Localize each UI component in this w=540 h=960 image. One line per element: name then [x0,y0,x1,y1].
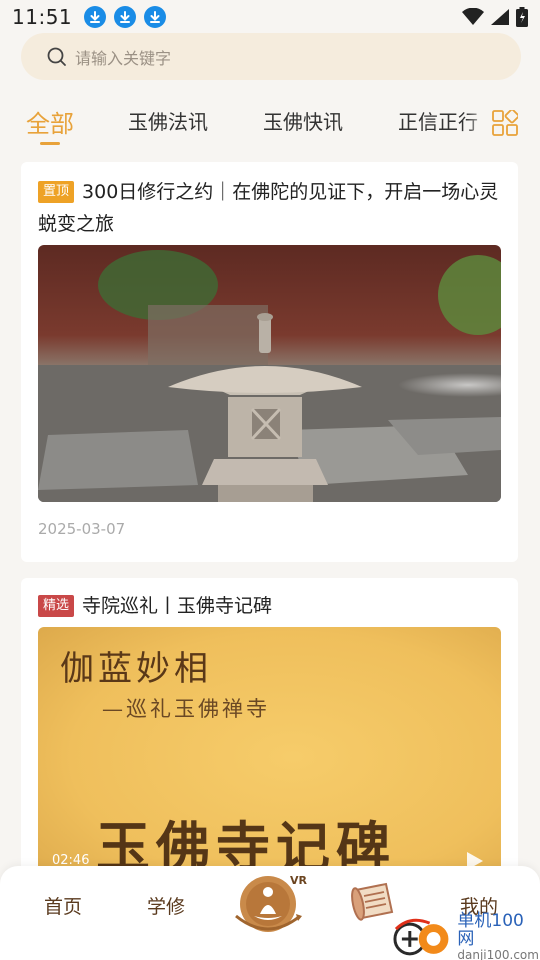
article-video-thumbnail[interactable]: 伽蓝妙相 —巡礼玉佛禅寺 玉佛寺记碑 02:46 [38,627,501,878]
category-tabs: 全部 玉佛法讯 玉佛快讯 正信正行 [0,100,540,150]
tab-yufo-faxun[interactable]: 玉佛法讯 [128,106,208,135]
watermark-name: 单机100网 [457,911,524,949]
tab-all[interactable]: 全部 [26,104,74,139]
tab-yufo-kuaixun[interactable]: 玉佛快讯 [263,106,343,135]
battery-icon [516,7,528,27]
wifi-icon [462,8,484,25]
active-tab-indicator [40,142,60,145]
featured-badge: 精选 [38,595,75,617]
nav-study[interactable]: 学修 [147,892,185,919]
download-notifications [84,6,167,28]
article-card[interactable]: 置顶 300日修行之约｜在佛陀的见证下，开启一场心灵蜕变之旅 2025-03-0… [21,162,518,562]
download-icon [114,6,137,28]
nav-vr-button[interactable]: VR [230,870,310,940]
category-grid-button[interactable] [488,106,522,140]
article-title-block: 置顶 300日修行之约｜在佛陀的见证下，开启一场心灵蜕变之旅 [38,176,501,240]
nav-home[interactable]: 首页 [44,892,82,919]
article-title: 300日修行之约｜在佛陀的见证下，开启一场心灵蜕变之旅 [38,181,499,235]
vr-label: VR [290,874,307,887]
download-icon [84,6,107,28]
article-image[interactable] [38,245,501,502]
status-bar: 11:51 [0,0,540,34]
status-indicators [462,7,528,27]
article-title-block: 精选 寺院巡礼丨玉佛寺记碑 [38,590,501,622]
signal-icon [491,9,509,25]
article-card[interactable]: 精选 寺院巡礼丨玉佛寺记碑 伽蓝妙相 —巡礼玉佛禅寺 玉佛寺记碑 02:46 [21,578,518,878]
article-title: 寺院巡礼丨玉佛寺记碑 [82,595,273,617]
status-time: 11:51 [12,5,73,29]
watermark-logo-icon [393,918,449,956]
image-caption-subtitle: —巡礼玉佛禅寺 [102,697,270,721]
search-icon [47,47,66,66]
pinned-badge: 置顶 [38,181,75,203]
search-input[interactable]: 请输入关键字 [21,33,521,80]
watermark-url: danji100.com [457,948,539,960]
site-watermark: 单机100网 danji100.com [390,911,540,960]
image-caption-title: 伽蓝妙相 [60,649,212,689]
search-placeholder: 请输入关键字 [75,48,172,68]
grid-icon [492,110,518,136]
download-icon [144,6,167,28]
article-date: 2025-03-07 [38,520,126,538]
